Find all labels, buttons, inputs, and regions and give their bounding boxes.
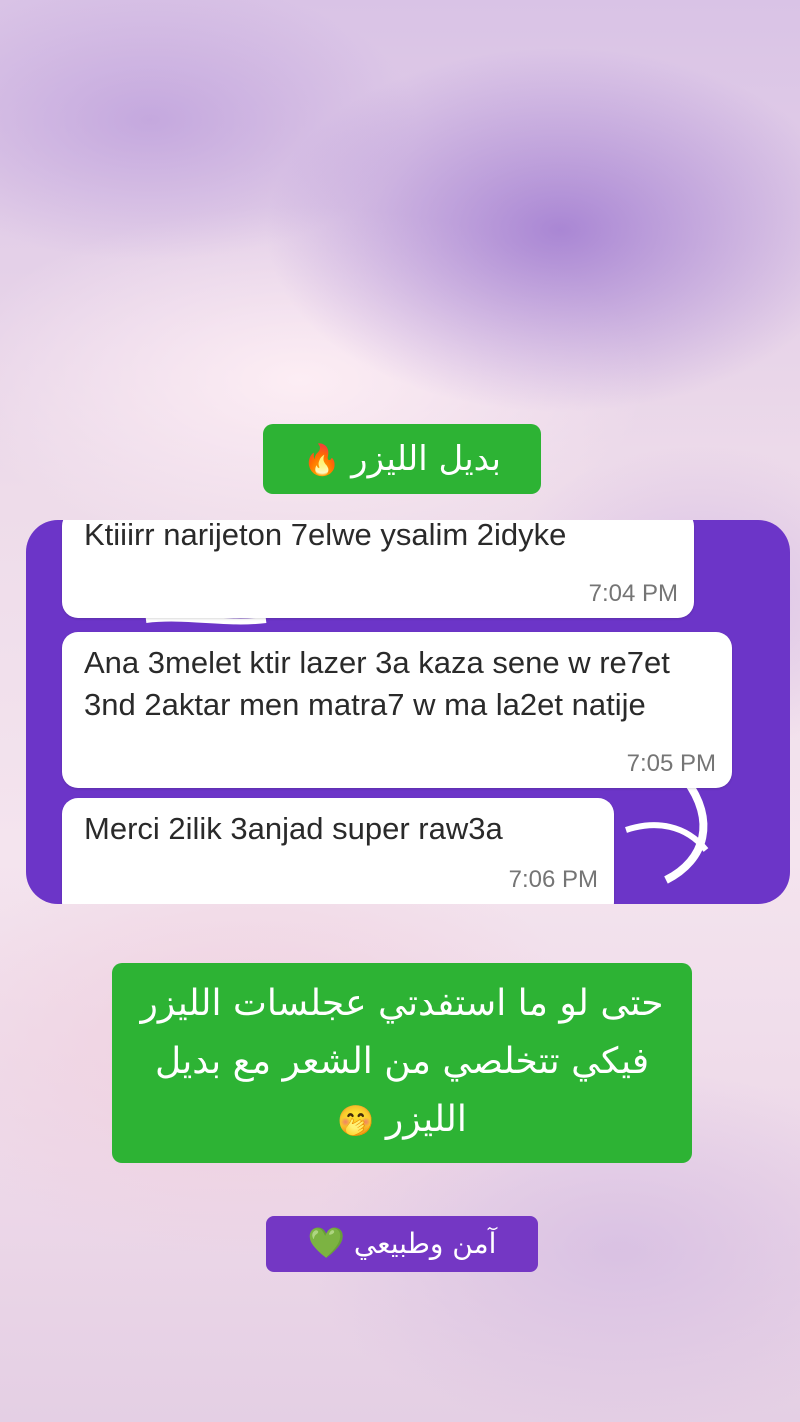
message-time: 7:04 PM (588, 580, 678, 607)
headline-text: بديل الليزر (351, 439, 501, 479)
caption-badge: حتى لو ما استفدتي عجلسات الليزر فيكي تتخ… (112, 963, 692, 1163)
chat-screenshot: Ktiiirr narijeton 7elwe ysalim 2idyke 7:… (26, 520, 790, 904)
caption-line: حتى لو ما استفدتي عجلسات الليزر (140, 983, 664, 1024)
caption-line-last: الليزر 🤭 (112, 1091, 692, 1151)
message-time: 7:06 PM (508, 866, 598, 893)
doodle-line (145, 615, 267, 625)
caption-line: فيكي تتخلصي من الشعر مع بديل (154, 1041, 650, 1082)
green-heart-icon: 💚 (307, 1226, 345, 1261)
message-time: 7:05 PM (626, 750, 716, 777)
headline-badge: بديل الليزر 🔥 (263, 424, 541, 494)
message-text: Merci 2ilik 3anjad super raw3a (84, 811, 503, 846)
hand-over-mouth-icon: 🤭 (337, 1104, 375, 1139)
message-bubble: Ana 3melet ktir lazer 3a kaza sene w re7… (62, 632, 732, 788)
doodle-line (625, 822, 709, 852)
message-text: Ktiiirr narijeton 7elwe ysalim 2idyke (84, 520, 567, 552)
fire-icon: 🔥 (302, 443, 341, 478)
message-bubble: Merci 2ilik 3anjad super raw3a 7:06 PM (62, 798, 614, 904)
message-text: Ana 3melet ktir lazer 3a kaza sene w re7… (84, 645, 670, 722)
tagline-badge: آمن وطبيعي 💚 (266, 1216, 538, 1272)
message-bubble: Ktiiirr narijeton 7elwe ysalim 2idyke 7:… (62, 520, 694, 618)
caption-line: الليزر (385, 1099, 467, 1140)
tagline-text: آمن وطبيعي (353, 1227, 497, 1260)
